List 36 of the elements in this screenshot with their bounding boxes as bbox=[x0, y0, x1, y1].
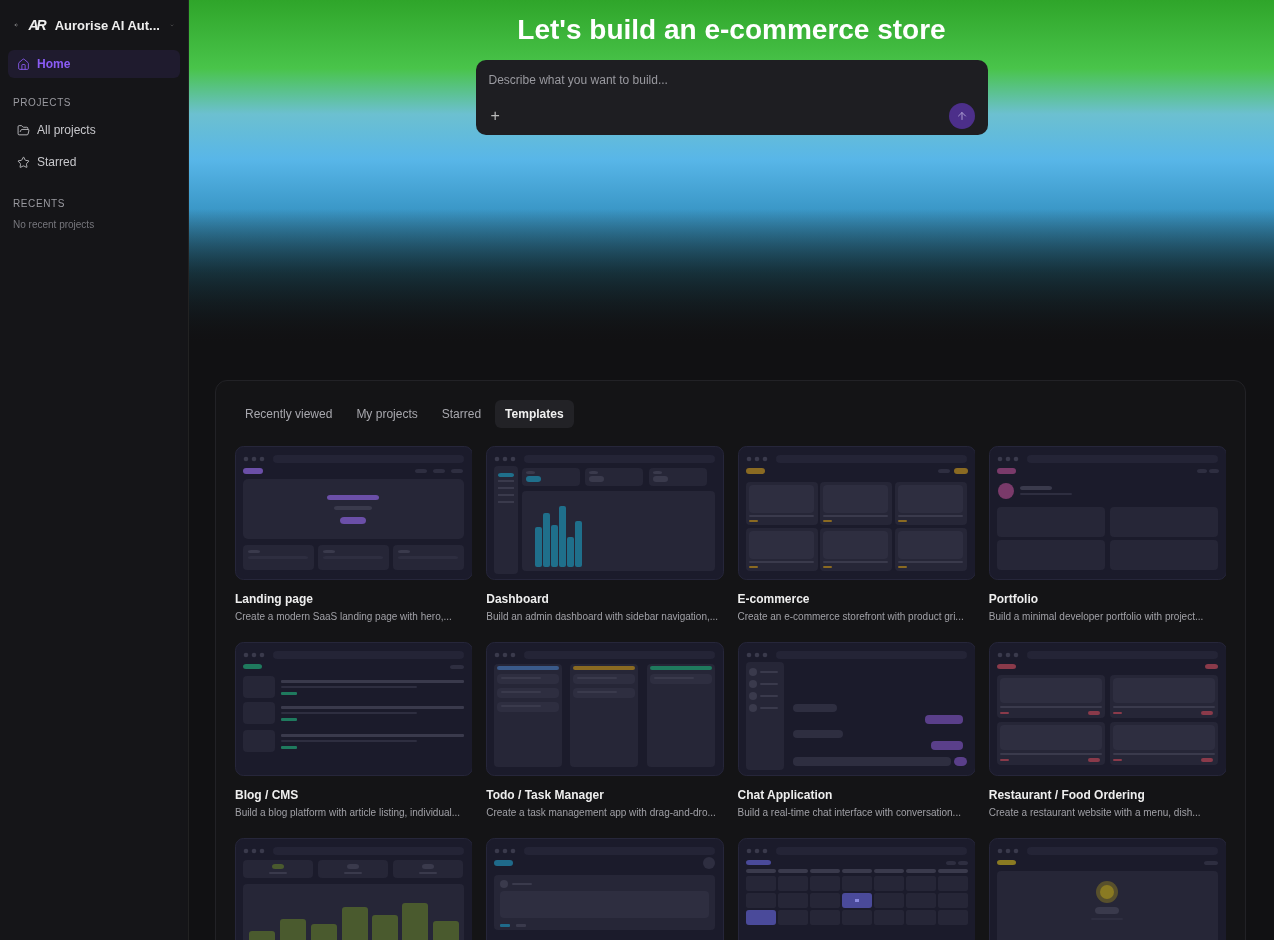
template-title[interactable]: Portfolio bbox=[988, 592, 1226, 606]
template-description: Build an admin dashboard with sidebar navigation,... bbox=[486, 611, 720, 622]
template-description: Create a task management app with drag-and-dro... bbox=[486, 807, 717, 818]
tab[interactable]: Templates bbox=[495, 400, 574, 428]
template-description: Create a modern SaaS landing page with hero,... bbox=[235, 611, 453, 622]
tab[interactable]: Starred bbox=[431, 400, 492, 428]
template-title[interactable]: Restaurant / Food Ordering bbox=[988, 788, 1226, 802]
template-description: Create a restaurant website with a menu, dish... bbox=[988, 807, 1202, 818]
workspace-logo: AR bbox=[28, 17, 45, 33]
send-button[interactable] bbox=[948, 103, 975, 129]
workspace-name[interactable]: Aurorise AI Aut... bbox=[54, 17, 160, 33]
template-title[interactable]: Landing page bbox=[235, 592, 473, 606]
section-heading: RECENTS bbox=[12, 198, 66, 209]
hero-title: Let's build an e-commerce store bbox=[517, 14, 946, 46]
attach-button[interactable]: + bbox=[488, 107, 502, 125]
template-title[interactable]: Dashboard bbox=[486, 592, 724, 606]
template-title[interactable]: Chat Application bbox=[737, 788, 975, 802]
home-icon bbox=[17, 57, 30, 71]
sidebar-item[interactable]: Starred bbox=[8, 148, 180, 176]
sidebar-item[interactable]: Home bbox=[8, 50, 180, 78]
template-description: Create an e-commerce storefront with product gri... bbox=[737, 611, 965, 622]
template-description: Build a real-time chat interface with conversation... bbox=[737, 807, 962, 818]
arrow-up-icon bbox=[955, 110, 968, 122]
tab[interactable]: Recently viewed bbox=[235, 400, 343, 428]
tab[interactable]: My projects bbox=[346, 400, 428, 428]
template-title[interactable]: E-commerce bbox=[737, 592, 975, 606]
star-icon bbox=[17, 155, 30, 169]
folder-icon bbox=[17, 123, 30, 137]
template-description: Build a minimal developer portfolio with project... bbox=[988, 611, 1205, 622]
empty-recents-text: No recent projects bbox=[12, 219, 96, 230]
sidebar-item[interactable]: All projects bbox=[8, 116, 180, 144]
template-title[interactable]: Blog / CMS bbox=[235, 788, 473, 802]
prompt-field[interactable]: Describe what you want to build... + bbox=[475, 60, 988, 135]
template-title[interactable]: Todo / Task Manager bbox=[486, 788, 724, 802]
section-heading: PROJECTS bbox=[12, 97, 73, 108]
template-description: Build a blog platform with article listing, individual... bbox=[235, 807, 462, 818]
